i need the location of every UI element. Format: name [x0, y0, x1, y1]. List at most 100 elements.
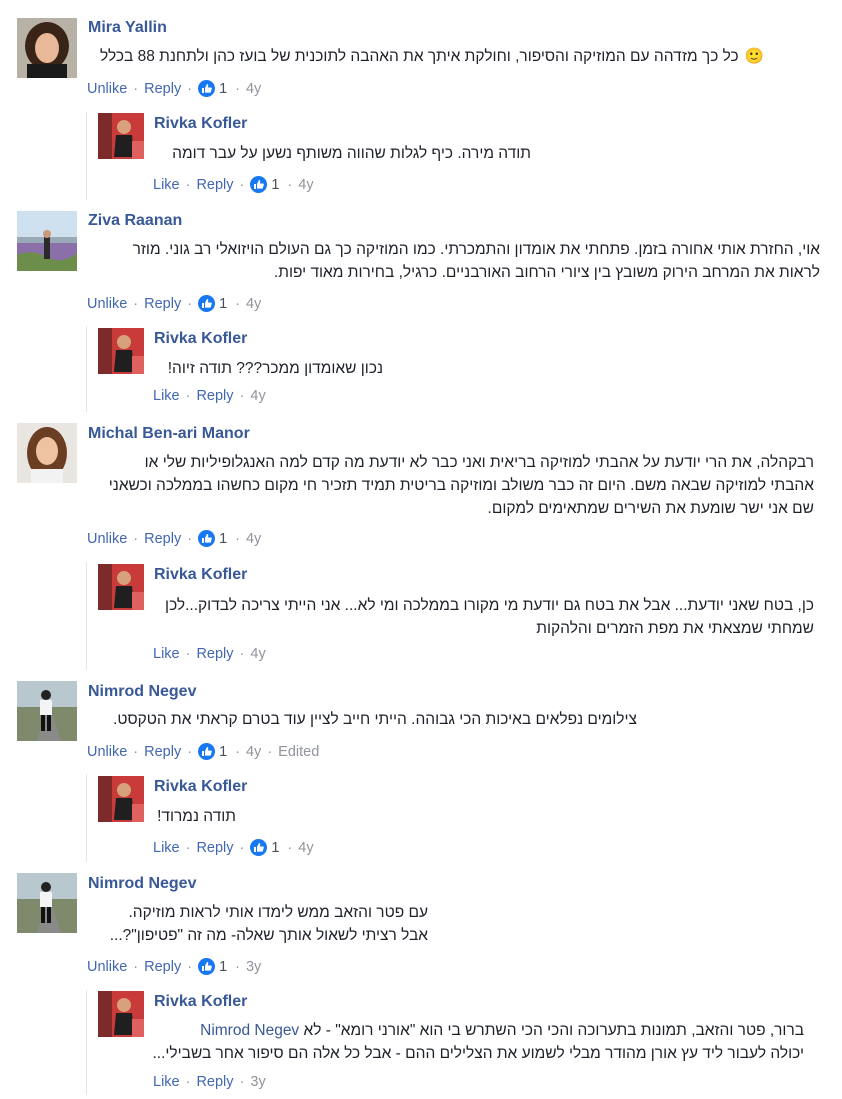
- thread-line: [86, 112, 87, 200]
- reply-button[interactable]: Reply: [144, 296, 181, 312]
- thread-line: [86, 774, 87, 862]
- comment-actions: Unlike · Reply · 1 · 3y: [87, 958, 261, 975]
- reply-author[interactable]: Rivka Kofler: [154, 115, 247, 133]
- separator-dot: ·: [187, 958, 193, 975]
- avatar[interactable]: [17, 873, 77, 933]
- unlike-button[interactable]: Unlike: [87, 959, 127, 975]
- thumbs-up-icon[interactable]: [198, 743, 216, 760]
- thumbs-up-icon[interactable]: [198, 295, 216, 312]
- comment-text: רבקהלה, את הרי יודעת על אהבתי למוזיקה בר…: [108, 454, 814, 517]
- unlike-button[interactable]: Unlike: [87, 296, 127, 312]
- avatar[interactable]: [17, 211, 77, 271]
- separator-dot: ·: [287, 839, 293, 856]
- thumbs-up-icon[interactable]: [198, 80, 216, 97]
- thumbs-up-icon[interactable]: [198, 530, 216, 547]
- edited-label[interactable]: Edited: [278, 744, 319, 760]
- smile-emoji-icon: 🙂: [744, 48, 764, 65]
- thread-line: [86, 326, 87, 412]
- reply-button[interactable]: Reply: [196, 646, 233, 662]
- timestamp[interactable]: 4y: [298, 840, 313, 856]
- reply-text: תודה מירה. כיף לגלות שהווה משותף נשען על…: [172, 145, 531, 162]
- separator-dot: ·: [133, 530, 139, 547]
- timestamp[interactable]: 4y: [250, 388, 265, 404]
- separator-dot: ·: [185, 1074, 191, 1090]
- mention-link[interactable]: Nimrod Negev: [200, 1022, 299, 1039]
- like-count[interactable]: 1: [219, 81, 227, 97]
- reply-author[interactable]: Rivka Kofler: [154, 330, 247, 348]
- unlike-button[interactable]: Unlike: [87, 81, 127, 97]
- avatar[interactable]: [98, 991, 144, 1037]
- separator-dot: ·: [235, 743, 240, 760]
- reply-text: כן, בטח שאני יודעת... אבל את בטח גם יודע…: [165, 597, 814, 637]
- comment-text: אוי, החזרת אותי אחורה בזמן. פתחתי את אומ…: [132, 241, 820, 281]
- reply-text: תודה נמרוד!: [157, 808, 236, 825]
- avatar[interactable]: [17, 681, 77, 741]
- separator-dot: ·: [133, 743, 139, 760]
- reply-button[interactable]: Reply: [144, 81, 181, 97]
- separator-dot: ·: [239, 839, 245, 856]
- reply-button[interactable]: Reply: [196, 177, 233, 193]
- timestamp[interactable]: 3y: [250, 1074, 265, 1090]
- thumbs-up-icon[interactable]: [250, 176, 268, 193]
- thread-line: [86, 990, 87, 1095]
- like-count[interactable]: 1: [219, 531, 227, 547]
- reply-button[interactable]: Reply: [144, 959, 181, 975]
- reply-text: ברור, פטר והזאב, תמונות בתערוכה והכי הכי…: [152, 1022, 804, 1062]
- reply-button[interactable]: Reply: [144, 744, 181, 760]
- separator-dot: ·: [185, 646, 191, 662]
- avatar[interactable]: [98, 564, 144, 610]
- separator-dot: ·: [133, 80, 139, 97]
- reply-author[interactable]: Rivka Kofler: [154, 566, 247, 584]
- like-button[interactable]: Like: [153, 840, 180, 856]
- like-count[interactable]: 1: [219, 296, 227, 312]
- like-count[interactable]: 1: [271, 177, 279, 193]
- separator-dot: ·: [235, 958, 240, 975]
- timestamp[interactable]: 4y: [246, 531, 261, 547]
- comment-author[interactable]: Michal Ben-ari Manor: [88, 425, 250, 443]
- separator-dot: ·: [239, 176, 245, 193]
- reply-button[interactable]: Reply: [144, 531, 181, 547]
- timestamp[interactable]: 4y: [246, 744, 261, 760]
- like-count[interactable]: 1: [219, 744, 227, 760]
- reply-button[interactable]: Reply: [196, 840, 233, 856]
- timestamp[interactable]: 4y: [246, 81, 261, 97]
- thumbs-up-icon[interactable]: [250, 839, 268, 856]
- separator-dot: ·: [187, 530, 193, 547]
- timestamp[interactable]: 4y: [298, 177, 313, 193]
- reply-actions: Like · Reply · 4y: [153, 388, 266, 404]
- avatar[interactable]: [98, 776, 144, 822]
- unlike-button[interactable]: Unlike: [87, 744, 127, 760]
- separator-dot: ·: [235, 530, 240, 547]
- avatar[interactable]: [98, 328, 144, 374]
- reply-author[interactable]: Rivka Kofler: [154, 778, 247, 796]
- avatar[interactable]: [17, 18, 77, 78]
- comment-author[interactable]: Nimrod Negev: [88, 875, 196, 893]
- thumbs-up-icon[interactable]: [198, 958, 216, 975]
- avatar[interactable]: [98, 113, 144, 159]
- separator-dot: ·: [185, 388, 191, 404]
- reply-author[interactable]: Rivka Kofler: [154, 993, 247, 1011]
- like-button[interactable]: Like: [153, 388, 180, 404]
- comment-actions: Unlike · Reply · 1 · 4y · Edited: [87, 743, 319, 760]
- like-count[interactable]: 1: [219, 959, 227, 975]
- like-count[interactable]: 1: [271, 840, 279, 856]
- unlike-button[interactable]: Unlike: [87, 531, 127, 547]
- comment-text: צילומים נפלאים באיכות הכי גבוהה. הייתי ח…: [113, 711, 637, 728]
- comment-author[interactable]: Ziva Raanan: [88, 212, 182, 230]
- comment-author[interactable]: Nimrod Negev: [88, 683, 196, 701]
- separator-dot: ·: [187, 743, 193, 760]
- separator-dot: ·: [187, 295, 193, 312]
- comment-actions: Unlike · Reply · 1 · 4y: [87, 80, 261, 97]
- like-button[interactable]: Like: [153, 646, 180, 662]
- like-button[interactable]: Like: [153, 1074, 180, 1090]
- comment-author[interactable]: Mira Yallin: [88, 19, 167, 37]
- timestamp[interactable]: 4y: [246, 296, 261, 312]
- reply-button[interactable]: Reply: [196, 388, 233, 404]
- timestamp[interactable]: 3y: [246, 959, 261, 975]
- timestamp[interactable]: 4y: [250, 646, 265, 662]
- avatar[interactable]: [17, 423, 77, 483]
- reply-button[interactable]: Reply: [196, 1074, 233, 1090]
- thread-line: [86, 562, 87, 670]
- like-button[interactable]: Like: [153, 177, 180, 193]
- separator-dot: ·: [267, 743, 273, 760]
